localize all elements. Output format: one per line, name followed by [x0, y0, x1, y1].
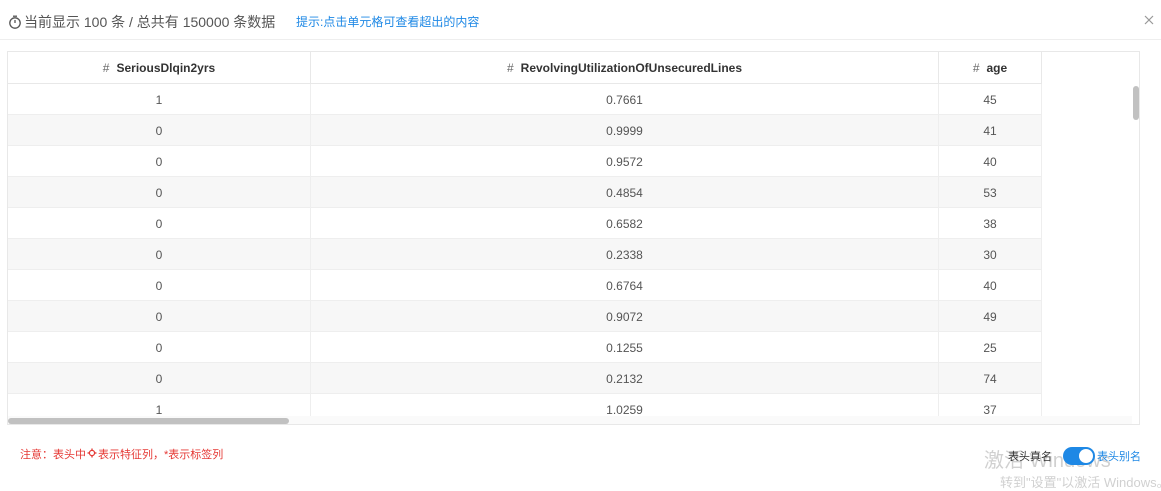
stopwatch-icon [9, 15, 21, 29]
vertical-scrollbar-thumb[interactable] [1133, 86, 1139, 120]
table-cell[interactable]: 0 [8, 177, 311, 208]
column-header-revolvingutilization[interactable]: # RevolvingUtilizationOfUnsecuredLines [311, 52, 939, 84]
table-row: 0 0.2338 30 [8, 239, 1042, 270]
table-row: 0 0.9572 40 [8, 146, 1042, 177]
table-cell[interactable]: 0 [8, 208, 311, 239]
table-cell[interactable]: 1 [8, 84, 311, 115]
note-prefix: 注意：表头中 [20, 449, 86, 461]
table-cell[interactable]: 25 [939, 332, 1042, 363]
close-icon [1144, 15, 1154, 25]
table-cell[interactable]: 0 [8, 239, 311, 270]
table-cell[interactable]: 0.6764 [311, 270, 939, 301]
switch-knob [1079, 449, 1093, 463]
numeric-type-marker: # [972, 61, 980, 75]
column-header-label: age [986, 61, 1008, 75]
table-cell[interactable]: 0 [8, 146, 311, 177]
table-row: 0 0.9999 41 [8, 115, 1042, 146]
header-name-toggle: 表头真名 表头别名 [1008, 447, 1141, 465]
table-row: 0 0.6582 38 [8, 208, 1042, 239]
hint-text: 提示:点击单元格可查看超出的内容 [296, 15, 480, 29]
table-cell[interactable]: 45 [939, 84, 1042, 115]
table-cell[interactable]: 74 [939, 363, 1042, 394]
table-cell[interactable]: 0 [8, 301, 311, 332]
numeric-type-marker: # [102, 61, 110, 75]
table-cell[interactable]: 0.2338 [311, 239, 939, 270]
table-cell[interactable]: 0.7661 [311, 84, 939, 115]
table-row: 0 0.6764 40 [8, 270, 1042, 301]
table-cell[interactable]: 40 [939, 270, 1042, 301]
table-header: # SeriousDlqin2yrs # RevolvingUtilizatio… [8, 52, 1042, 84]
table-cell[interactable]: 49 [939, 301, 1042, 332]
horizontal-scrollbar[interactable] [8, 416, 1132, 424]
record-count-info: 当前显示 100 条 / 总共有 150000 条数据 [8, 12, 275, 32]
table-row: 0 0.1255 25 [8, 332, 1042, 363]
table-cell[interactable]: 0.9572 [311, 146, 939, 177]
table-cell[interactable]: 40 [939, 146, 1042, 177]
column-legend-note: 注意：表头中 表示特征列，*表示标签列 [20, 446, 223, 462]
table-cell[interactable]: 0.1255 [311, 332, 939, 363]
close-button[interactable] [1137, 8, 1161, 32]
numeric-type-marker: # [506, 61, 514, 75]
table-cell[interactable]: 30 [939, 239, 1042, 270]
table-cell[interactable]: 0 [8, 270, 311, 301]
table-cell[interactable]: 0 [8, 363, 311, 394]
horizontal-scrollbar-thumb[interactable] [8, 418, 289, 424]
table-cell[interactable]: 0 [8, 332, 311, 363]
toggle-label-real-name: 表头真名 [1008, 451, 1052, 463]
table-row: 0 0.2132 74 [8, 363, 1042, 394]
table-cell[interactable]: 0.9999 [311, 115, 939, 146]
header-alias-switch[interactable] [1063, 447, 1095, 465]
table-body: 1 0.7661 45 0 0.9999 41 0 0.9572 40 0 0.… [8, 84, 1042, 424]
table-cell[interactable]: 0.2132 [311, 363, 939, 394]
column-header-age[interactable]: # age [939, 52, 1042, 84]
table-cell[interactable]: 0.9072 [311, 301, 939, 332]
activation-watermark-subtext: 转到"设置"以激活 Windows。 [1000, 475, 1161, 490]
table-row: 0 0.9072 49 [8, 301, 1042, 332]
table-cell[interactable]: 41 [939, 115, 1042, 146]
table-row: 0 0.4854 53 [8, 177, 1042, 208]
dialog-header: 当前显示 100 条 / 总共有 150000 条数据 提示:点击单元格可查看超… [0, 0, 1161, 40]
table-cell[interactable]: 0 [8, 115, 311, 146]
table-cell[interactable]: 38 [939, 208, 1042, 239]
gear-icon [87, 448, 97, 461]
table-row: 1 0.7661 45 [8, 84, 1042, 115]
data-table: # SeriousDlqin2yrs # RevolvingUtilizatio… [7, 51, 1140, 425]
toggle-label-alias: 表头别名 [1097, 451, 1141, 463]
column-header-label: RevolvingUtilizationOfUnsecuredLines [520, 61, 743, 75]
table-cell[interactable]: 53 [939, 177, 1042, 208]
record-count-text: 当前显示 100 条 / 总共有 150000 条数据 [24, 14, 276, 30]
table-cell[interactable]: 0.6582 [311, 208, 939, 239]
table-cell[interactable]: 0.4854 [311, 177, 939, 208]
column-header-seriousdlqin2yrs[interactable]: # SeriousDlqin2yrs [8, 52, 311, 84]
column-header-label: SeriousDlqin2yrs [116, 61, 216, 75]
vertical-scrollbar[interactable] [1132, 84, 1139, 424]
note-suffix: 表示特征列，*表示标签列 [98, 449, 224, 461]
